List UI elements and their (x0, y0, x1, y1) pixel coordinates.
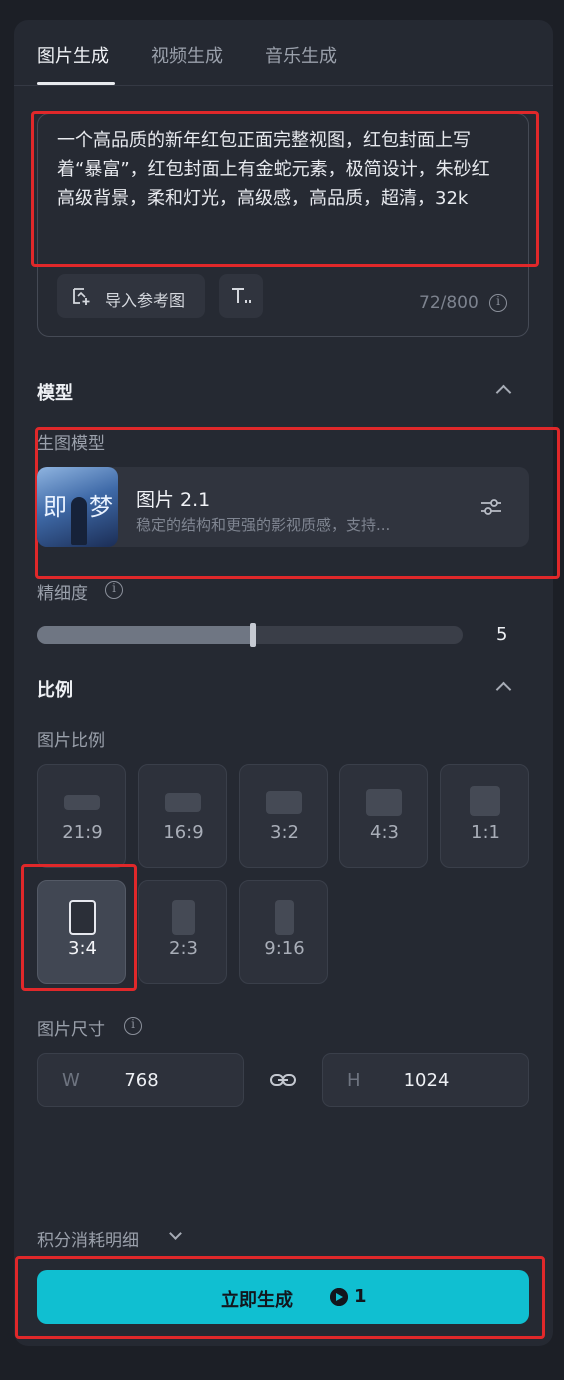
ratio-option-21-9[interactable]: 21:9 (37, 764, 126, 868)
ratio-option-16-9[interactable]: 16:9 (138, 764, 227, 868)
height-input[interactable]: H 1024 (322, 1053, 529, 1107)
ratio-1-1-icon (470, 786, 500, 816)
thumb-text-1: 即 (43, 493, 67, 521)
ratio-label: 9:16 (264, 938, 305, 959)
credits-detail-toggle[interactable]: 积分消耗明细 (37, 1226, 139, 1251)
generate-label: 立即生成 (221, 1290, 293, 1311)
ratio-option-3-2[interactable]: 3:2 (239, 764, 328, 868)
model-section-title: 模型 (37, 383, 73, 404)
model-selector-card[interactable]: 即 梦 图片 2.1 稳定的结构和更强的影视质感，支持... (37, 467, 529, 547)
generate-now-button[interactable]: 立即生成 1 (37, 1270, 529, 1324)
thumb-figure (71, 497, 87, 545)
import-reference-image-button[interactable]: 导入参考图 (57, 274, 205, 318)
height-value[interactable]: 1024 (323, 1070, 530, 1091)
detail-slider[interactable] (37, 623, 463, 647)
text-format-icon (232, 288, 251, 303)
ratio-2-3-icon (172, 900, 195, 935)
size-label: 图片尺寸 (37, 1020, 105, 1040)
ratio-option-4-3[interactable]: 4:3 (339, 764, 428, 868)
generate-cost: 1 (354, 1286, 367, 1307)
ratio-9-16-icon (275, 900, 294, 935)
ratio-3-2-icon (266, 791, 302, 814)
ratio-16-9-icon (165, 793, 201, 812)
model-sub-label: 生图模型 (37, 434, 105, 454)
ratio-label: 3:2 (270, 822, 299, 843)
model-name: 图片 2.1 (136, 489, 211, 511)
ratio-label: 2:3 (169, 938, 198, 959)
ratio-label: 3:4 (68, 938, 97, 959)
model-thumbnail: 即 梦 (37, 467, 118, 547)
model-collapse-chevron-icon[interactable] (495, 384, 512, 401)
tab-music-generation[interactable]: 音乐生成 (265, 42, 337, 68)
ratio-label: 21:9 (62, 822, 103, 843)
ratio-option-2-3[interactable]: 2:3 (138, 880, 227, 984)
detail-value: 5 (496, 624, 508, 645)
width-input[interactable]: W 768 (37, 1053, 244, 1107)
detail-info-icon[interactable] (105, 581, 123, 599)
ratio-option-1-1[interactable]: 1:1 (440, 764, 529, 868)
ratio-label: 4:3 (370, 822, 399, 843)
credits-chevron-down-icon[interactable] (169, 1227, 182, 1240)
text-style-button[interactable] (219, 274, 263, 318)
sliders-settings-icon[interactable] (480, 497, 502, 517)
ratio-3-4-icon (69, 900, 96, 935)
tab-bar: 图片生成 视频生成 音乐生成 (14, 20, 553, 86)
tab-image-generation[interactable]: 图片生成 (37, 42, 109, 68)
ratio-sub-label: 图片比例 (37, 731, 105, 751)
detail-slider-fill (37, 626, 250, 644)
link-aspect-icon[interactable] (269, 1069, 297, 1091)
ratio-4-3-icon (366, 789, 402, 816)
generation-panel: 图片生成 视频生成 音乐生成 一个高品质的新年红包正面完整视图，红包封面上写着“… (14, 20, 560, 1346)
add-image-icon (73, 288, 90, 305)
detail-label: 精细度 (37, 584, 88, 604)
detail-slider-handle[interactable] (250, 623, 256, 647)
thumb-text-2: 梦 (89, 493, 113, 521)
ratio-option-9-16[interactable]: 9:16 (239, 880, 328, 984)
ratio-21-9-icon (64, 795, 100, 810)
ratio-label: 1:1 (471, 822, 500, 843)
ratio-option-3-4[interactable]: 3:4 (37, 880, 126, 984)
import-reference-label: 导入参考图 (105, 291, 186, 310)
size-info-icon[interactable] (124, 1017, 142, 1035)
model-description: 稳定的结构和更强的影视质感，支持... (136, 516, 391, 534)
ratio-collapse-chevron-icon[interactable] (495, 681, 512, 698)
width-value[interactable]: 768 (38, 1070, 245, 1091)
prompt-text[interactable]: 一个高品质的新年红包正面完整视图，红包封面上写着“暴富”，红包封面上有金蛇元素，… (57, 126, 497, 213)
prompt-char-counter: 72/800 (419, 293, 479, 313)
ratio-section-title: 比例 (37, 680, 73, 701)
counter-info-icon[interactable] (489, 294, 507, 312)
credit-coin-icon (330, 1288, 348, 1306)
tab-video-generation[interactable]: 视频生成 (151, 42, 223, 68)
ratio-label: 16:9 (163, 822, 204, 843)
active-tab-indicator (37, 82, 115, 85)
